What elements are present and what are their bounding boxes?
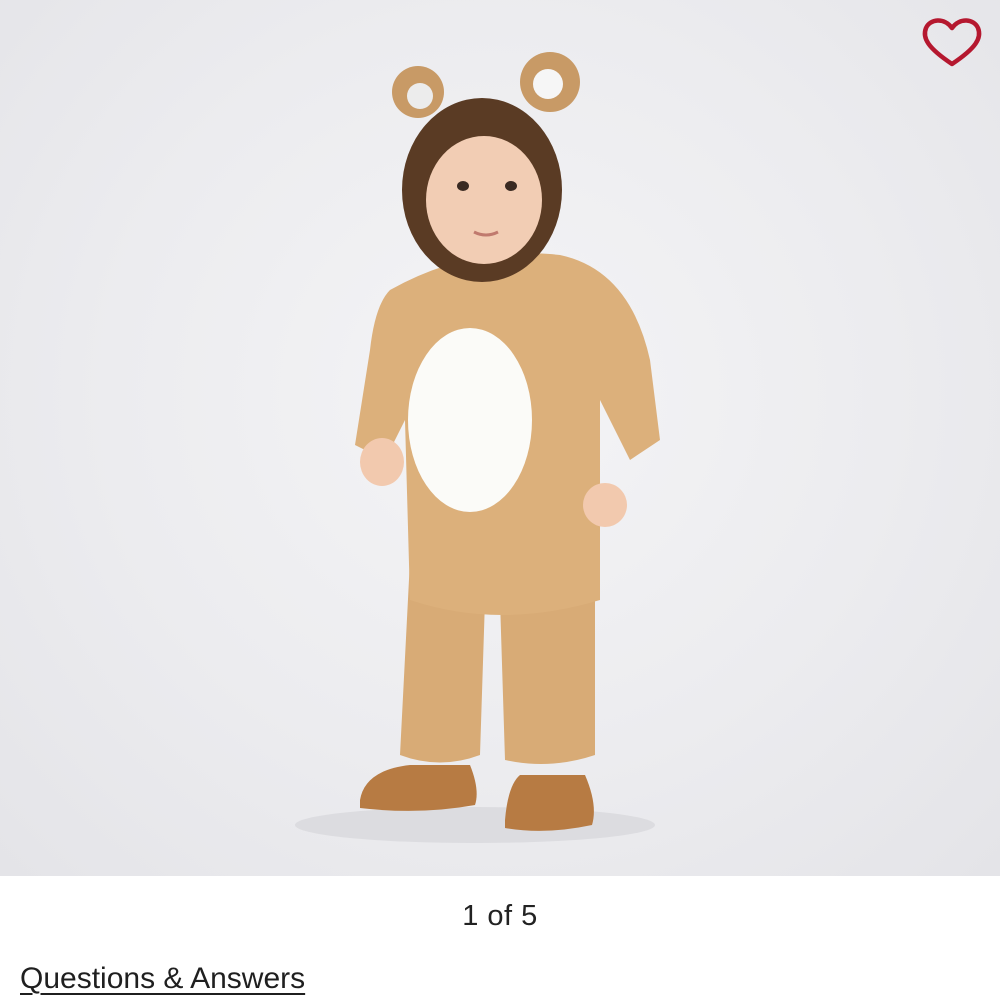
right-hand xyxy=(583,483,627,527)
bear-costume-photo xyxy=(295,52,660,843)
left-hand xyxy=(360,438,404,486)
favorite-heart-icon[interactable] xyxy=(920,14,984,70)
left-shoe xyxy=(360,765,477,811)
belly-patch xyxy=(408,328,532,512)
image-counter: 1 of 5 xyxy=(462,900,538,932)
floor-shadow xyxy=(295,807,655,843)
face xyxy=(426,136,542,264)
questions-answers-link[interactable]: Questions & Answers xyxy=(20,962,305,996)
right-shoe xyxy=(505,775,594,831)
product-image[interactable] xyxy=(0,0,1000,876)
